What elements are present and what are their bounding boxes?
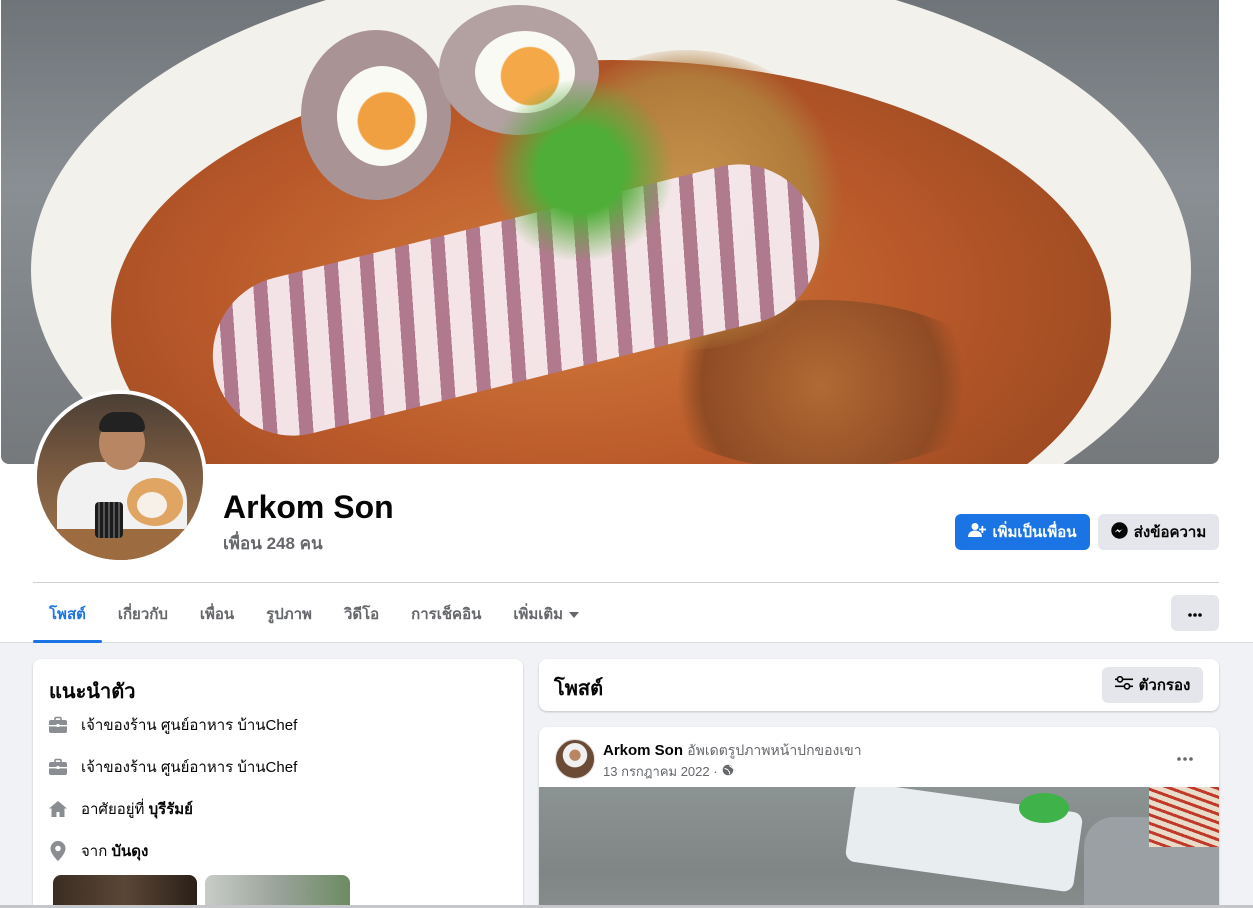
post-author-avatar[interactable] [555,739,595,779]
intro-prefix: อาศัยอยู่ที่ [81,801,149,818]
cover-herbs [471,80,691,260]
post-options-button[interactable] [1169,741,1201,773]
add-friend-icon [968,522,987,542]
intro-work-item: เจ้าของร้าน ศูนย์อาหาร บ้านChef [47,755,297,779]
tab-label: เพื่อน [199,605,235,623]
filter-label: ตัวกรอง [1138,677,1191,694]
intro-prefix: จาก [81,843,112,860]
post-meta: 13 กรกฎาคม 2022 · [603,761,734,782]
avatar-cat [127,478,183,526]
tab-label: เกี่ยวกับ [117,605,168,623]
briefcase-icon [47,714,69,736]
intro-link[interactable]: บุรีรัมย์ [149,801,193,818]
tab-posts[interactable]: โพสต์ [33,584,102,643]
tab-label: วิดีโอ [343,605,380,623]
cover-egg [301,30,451,200]
intro-from-item: จาก บันดุง [47,839,148,863]
post-image-green-item [1019,793,1069,823]
profile-tabs: โพสต์ เกี่ยวกับ เพื่อน รูปภาพ วิดีโอ การ… [33,584,595,643]
ellipsis-icon [1177,748,1193,766]
post-author-line: Arkom Son อัพเดตรูปภาพหน้าปกของเขา [603,740,862,762]
intro-work-item: เจ้าของร้าน ศูนย์อาหาร บ้านChef [47,713,297,737]
intro-text: เจ้าของร้าน ศูนย์อาหาร บ้านChef [81,759,298,776]
avatar-hair [99,412,145,432]
filter-button[interactable]: ตัวกรอง [1102,667,1203,703]
post-image[interactable] [539,787,1219,908]
tab-more[interactable]: เพิ่มเติม [497,584,595,643]
post-author-name[interactable]: Arkom Son [603,742,683,759]
filter-icon [1114,675,1133,694]
avatar-cup [95,502,123,538]
intro-link[interactable]: บันดุง [111,843,148,860]
post-date[interactable]: 13 กรกฎาคม 2022 · [603,761,718,782]
tab-videos[interactable]: วิดีโอ [328,584,395,643]
posts-header-card: โพสต์ ตัวกรอง [539,659,1219,711]
message-button[interactable]: ส่งข้อความ [1098,514,1219,550]
profile-avatar[interactable] [33,390,207,564]
tab-label: โพสต์ [49,605,86,623]
home-icon [47,798,69,820]
intro-lives-in-item: อาศัยอยู่ที่ บุรีรัมย์ [47,797,193,821]
profile-more-button[interactable] [1171,595,1219,631]
briefcase-icon [47,756,69,778]
post-action-text: อัพเดตรูปภาพหน้าปกของเขา [687,742,862,758]
message-label: ส่งข้อความ [1133,524,1207,541]
add-friend-button[interactable]: เพิ่มเป็นเพื่อน [955,514,1090,550]
intro-title: แนะนำตัว [49,681,136,703]
post-card: Arkom Son อัพเดตรูปภาพหน้าปกของเขา 13 กร… [539,727,1219,908]
tab-label: การเช็คอิน [411,605,482,623]
tab-about[interactable]: เกี่ยวกับ [102,584,184,643]
globe-icon [722,764,734,779]
caret-down-icon [569,605,580,622]
tab-checkins[interactable]: การเช็คอิน [395,584,497,643]
post-image-packets [1149,787,1219,847]
intro-text: เจ้าของร้าน ศูนย์อาหาร บ้านChef [81,717,298,734]
tab-label: รูปภาพ [266,605,312,623]
add-friend-label: เพิ่มเป็นเพื่อน [992,524,1077,541]
messenger-icon [1111,521,1128,543]
ellipsis-icon [1188,604,1202,622]
intro-text: อาศัยอยู่ที่ บุรีรัมย์ [81,797,193,821]
profile-name: Arkom Son [223,489,394,525]
tab-friends[interactable]: เพื่อน [184,584,250,643]
posts-title: โพสต์ [554,678,604,700]
intro-photo[interactable] [205,875,350,908]
intro-card: แนะนำตัว เจ้าของร้าน ศูนย์อาหาร บ้านChef… [33,659,523,908]
tab-label: เพิ่มเติม [513,605,564,623]
header-divider [33,582,1219,583]
intro-photo[interactable] [53,875,197,908]
friend-count[interactable]: เพื่อน 248 คน [223,530,323,557]
tab-photos[interactable]: รูปภาพ [250,584,328,643]
intro-text: จาก บันดุง [81,839,148,863]
location-pin-icon [47,840,69,862]
